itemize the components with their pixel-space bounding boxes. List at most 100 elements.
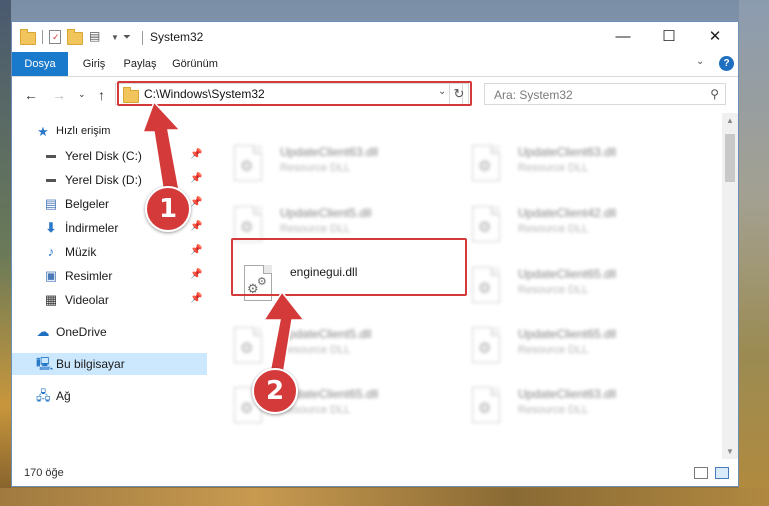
nav-item-music[interactable]: ♪ Müzik 📌 <box>12 241 207 263</box>
search-icon[interactable]: ⚲ <box>710 87 719 101</box>
file-item[interactable]: ⚙ UpdateClient65.dll Resource DLL <box>448 321 678 373</box>
toolbar-separator <box>42 30 43 44</box>
maximize-button[interactable]: ☐ <box>646 22 692 52</box>
nav-item-onedrive[interactable]: ☁ OneDrive <box>12 321 207 343</box>
file-name: UpdateClient65.dll <box>518 267 617 281</box>
file-type: Resource DLL <box>518 223 589 235</box>
recent-locations-icon[interactable]: ⌄ <box>78 89 86 100</box>
star-icon: ★ <box>37 124 49 139</box>
properties-icon[interactable]: ✓ <box>49 30 61 44</box>
desktop-background-left <box>0 0 11 506</box>
nav-item-label: Hızlı erişim <box>56 125 111 137</box>
tab-file[interactable]: Dosya <box>12 52 68 76</box>
nav-item-label: İndirmeler <box>65 221 119 235</box>
scrollbar-thumb[interactable] <box>725 134 735 182</box>
pin-icon[interactable]: 📌 <box>190 293 202 304</box>
step-badge-1: 1 <box>145 186 191 232</box>
close-button[interactable]: ✕ <box>692 22 738 52</box>
scroll-down-icon[interactable]: ▼ <box>726 447 734 456</box>
file-type: Resource DLL <box>280 223 351 235</box>
file-item[interactable]: ⚙ UpdateClient65.dll Resource DLL <box>210 381 440 433</box>
file-item[interactable]: ⚙ UpdateClient63.dll Resource DLL <box>210 139 440 191</box>
videos-icon: ▦ <box>44 292 58 307</box>
search-placeholder: Ara: System32 <box>494 88 573 102</box>
file-name: UpdateClient65.dll <box>518 327 617 341</box>
desktop-background-right <box>739 0 769 506</box>
drive-icon: ▬ <box>46 174 56 185</box>
ribbon-tabs: Dosya Giriş Paylaş Görünüm ⌄ ? <box>12 52 738 77</box>
nav-item-label: Müzik <box>65 245 97 259</box>
dll-file-icon: ⚙ <box>472 387 502 425</box>
file-item[interactable]: ⚙ UpdateClient5.dll Resource DLL <box>210 321 440 373</box>
tab-home[interactable]: Giriş <box>74 52 114 76</box>
nav-item-label: Belgeler <box>65 197 110 211</box>
search-input[interactable]: Ara: System32 ⚲ <box>484 83 726 105</box>
cloud-icon: ☁ <box>36 324 50 339</box>
nav-item-pictures[interactable]: ▣ Resimler 📌 <box>12 265 207 287</box>
status-bar: 170 öğe <box>12 459 738 486</box>
vertical-scrollbar[interactable]: ▲ ▼ <box>722 113 738 459</box>
pin-icon[interactable]: 📌 <box>190 221 202 232</box>
file-item[interactable]: ⚙ UpdateClient65.dll Resource DLL <box>448 261 678 313</box>
new-folder-icon[interactable] <box>67 29 83 45</box>
tab-view[interactable]: Görünüm <box>166 52 224 76</box>
step-badge-2: 2 <box>252 368 298 414</box>
title-separator <box>142 31 143 45</box>
large-icons-view-icon[interactable] <box>715 467 729 479</box>
file-name: UpdateClient5.dll <box>280 206 372 220</box>
back-arrow-icon[interactable]: ← <box>24 87 38 103</box>
address-row: ← → ⌄ ↑ C:\Windows\System32 ⌄ ↻ Ara: Sys… <box>12 77 738 113</box>
nav-item-label: Bu bilgisayar <box>56 357 125 371</box>
dll-file-icon: ⚙ <box>472 267 502 305</box>
file-name: UpdateClient63.dll <box>518 387 617 401</box>
pin-icon[interactable]: 📌 <box>190 269 202 280</box>
nav-item-label: Yerel Disk (C:) <box>65 149 142 163</box>
file-type: Resource DLL <box>280 162 351 174</box>
file-type: Resource DLL <box>518 404 589 416</box>
nav-item-label: OneDrive <box>56 325 107 339</box>
file-name: UpdateClient63.dll <box>518 145 617 159</box>
file-type: Resource DLL <box>518 344 589 356</box>
dll-file-icon: ⚙ <box>472 206 502 244</box>
file-item[interactable]: ⚙ UpdateClient63.dll Resource DLL <box>448 139 678 191</box>
file-item[interactable]: ⚙ UpdateClient63.dll Resource DLL <box>448 381 678 433</box>
folder-icon <box>20 29 36 45</box>
nav-item-network[interactable]: 🖧 Ağ <box>12 385 207 407</box>
pin-icon[interactable]: 📌 <box>190 245 202 256</box>
expand-ribbon-icon[interactable]: ⌄ <box>696 56 704 67</box>
nav-item-label: Ağ <box>56 389 71 403</box>
minimize-button[interactable]: — <box>600 22 646 52</box>
title-bar: ✓ ▤ ▼ ⏷ System32 — ☐ ✕ <box>12 22 738 52</box>
music-icon: ♪ <box>47 244 55 259</box>
file-highlight-box <box>231 238 467 296</box>
dll-file-icon: ⚙ <box>472 145 502 183</box>
quick-access-toolbar: ✓ ▤ ▼ ⏷ <box>20 28 131 46</box>
nav-item-label: Yerel Disk (D:) <box>65 173 142 187</box>
chevron-down-icon[interactable]: ▼ <box>111 33 119 42</box>
forward-arrow-icon[interactable]: → <box>52 87 66 103</box>
download-icon: ⬇ <box>45 220 57 235</box>
computer-icon: 🖳 <box>36 356 54 371</box>
file-name: UpdateClient42.dll <box>518 206 617 220</box>
file-type: Resource DLL <box>518 284 589 296</box>
nav-item-label: Resimler <box>65 269 113 283</box>
drive-icon: ▬ <box>46 150 56 161</box>
nav-item-label: Videolar <box>65 293 109 307</box>
desktop-background-bottom <box>0 488 769 506</box>
nav-item-this-pc[interactable]: 🖳 Bu bilgisayar <box>12 353 207 375</box>
dll-file-icon: ⚙ <box>234 145 264 183</box>
tab-share[interactable]: Paylaş <box>118 52 162 76</box>
window-title: System32 <box>150 30 204 44</box>
details-view-icon[interactable] <box>694 467 708 479</box>
network-icon: 🖧 <box>36 388 51 403</box>
quick-access-customize-icon[interactable]: ▤ <box>89 29 105 45</box>
help-icon[interactable]: ? <box>719 56 734 71</box>
documents-icon: ▤ <box>44 196 58 211</box>
pin-toolbar-icon[interactable]: ⏷ <box>123 32 131 43</box>
scroll-up-icon[interactable]: ▲ <box>726 116 734 125</box>
file-type: Resource DLL <box>518 162 589 174</box>
up-arrow-icon[interactable]: ↑ <box>98 87 105 103</box>
nav-item-videos[interactable]: ▦ Videolar 📌 <box>12 289 207 311</box>
file-item[interactable]: ⚙ UpdateClient42.dll Resource DLL <box>448 200 678 252</box>
dll-file-icon: ⚙ <box>472 327 502 365</box>
